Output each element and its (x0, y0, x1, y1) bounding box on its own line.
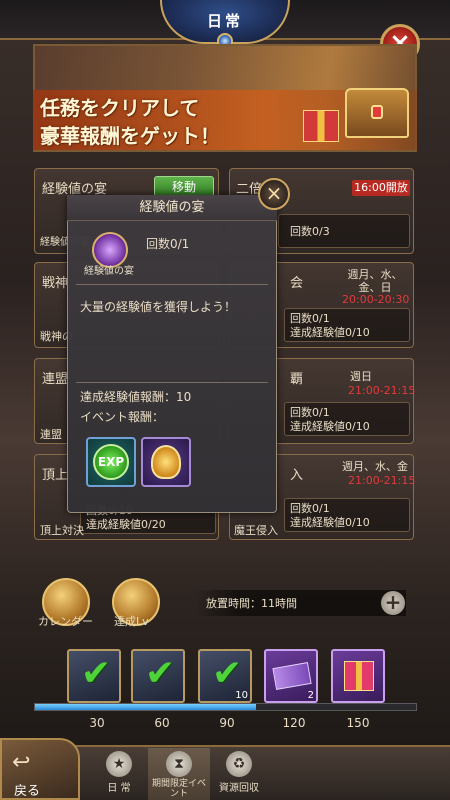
reward-box-90[interactable]: ✔ 10 (198, 649, 252, 703)
reward-count: 2 (307, 690, 314, 701)
card-count: 回数0/1 (290, 312, 330, 325)
card-schedule: 週月、水、金 (342, 460, 408, 473)
back-arrow-icon: ↩ (12, 750, 31, 775)
banner-line-2: 豪華報酬をゲット！ (40, 124, 220, 148)
tab-resource-recovery[interactable]: ♻ 資源回収 (208, 748, 270, 800)
card-exp: 達成経験値0/10 (290, 516, 370, 529)
reward-box-120[interactable]: 2 (264, 649, 318, 703)
popup-count: 回数0/1 (146, 237, 190, 251)
card-schedule: 週日 (350, 370, 372, 383)
ticket-icon (272, 662, 312, 690)
gift-box-icon (303, 110, 339, 142)
popup-divider (76, 382, 268, 383)
progress-tick: 150 (346, 716, 370, 730)
chest-lock-icon (371, 105, 383, 119)
popup-title: 経験値の宴 (67, 195, 277, 221)
card-exp: 達成経験値0/20 (86, 518, 166, 531)
progress-tick: 90 (219, 716, 235, 730)
card-time: 21:00-21:15 (348, 384, 416, 397)
progress-tick: 60 (154, 716, 170, 730)
tab-daily[interactable]: ★ 日 常 (88, 748, 150, 800)
popup-event-reward-label: イベント報酬： (80, 410, 165, 424)
open-time-tag: 16:00開放 (352, 180, 410, 196)
tab-label: 期間限定イベント (151, 779, 206, 799)
card-title: 覇 (290, 372, 304, 387)
progress-tick: 30 (89, 716, 105, 730)
tab-label: 日 常 (107, 783, 131, 794)
card-count: 回数0/1 (290, 502, 330, 515)
card-icon-label: 魔王侵入 (234, 524, 278, 537)
banner-line-1: 任務をクリアして (40, 96, 200, 120)
check-icon: ✔ (81, 653, 112, 694)
progress-fill (35, 704, 256, 710)
card-title: 会 (290, 276, 304, 291)
card-time: 20:00-20:30 (342, 293, 410, 306)
popup-description: 大量の経験値を獲得しよう！ (80, 300, 237, 314)
reward-count: 10 (235, 690, 248, 701)
reward-box-30[interactable]: ✔ (67, 649, 121, 703)
popup-close-button[interactable]: × (258, 178, 290, 210)
check-icon: ✔ (212, 653, 243, 694)
progress-tick: 120 (282, 716, 306, 730)
card-title: 入 (290, 468, 304, 483)
back-button[interactable]: ↩ 戻る (0, 738, 80, 800)
popup-exp-reward: 達成経験値報酬：10 (80, 390, 192, 404)
reward-box-60[interactable]: ✔ (131, 649, 185, 703)
gift-icon (344, 661, 374, 691)
tab-limited-event[interactable]: ⧗ 期間限定イベント (148, 748, 210, 800)
card-icon-label: 頂上対決 (40, 524, 84, 537)
calendar-label: カレンダー (38, 615, 93, 628)
idle-time-text: 放置時間：11時間 (206, 597, 297, 610)
check-icon: ✔ (145, 653, 176, 694)
tab-label: 資源回収 (219, 783, 259, 794)
card-time: 21:00-21:15 (348, 474, 416, 487)
hourglass-icon: ⧗ (166, 751, 192, 777)
plus-button[interactable]: + (381, 591, 405, 615)
calendar-icon: ★ (106, 751, 132, 777)
reward-box-150[interactable] (331, 649, 385, 703)
exp-feast-icon (92, 232, 128, 268)
recycle-icon: ♻ (226, 751, 252, 777)
card-schedule: 週月、水、金、日 (347, 268, 403, 294)
card-title: 頂上 (42, 468, 69, 483)
exp-reward-icon[interactable]: EXP (86, 437, 136, 487)
back-label: 戻る (14, 784, 41, 799)
card-title: 戦神 (42, 276, 69, 291)
achievement-level-label: 達成Lv (114, 615, 149, 628)
card-count: 回数0/1 (290, 406, 330, 419)
card-icon-label: 連盟 (40, 428, 62, 441)
card-exp: 達成経験値0/10 (290, 420, 370, 433)
card-count: 回数0/3 (290, 225, 330, 238)
popup-divider (76, 284, 268, 285)
popup-icon-label: 経験値の宴 (84, 266, 134, 277)
card-title: 連盟 (42, 372, 69, 387)
trophy-reward-icon[interactable] (141, 437, 191, 487)
card-exp: 達成経験値0/10 (290, 326, 370, 339)
